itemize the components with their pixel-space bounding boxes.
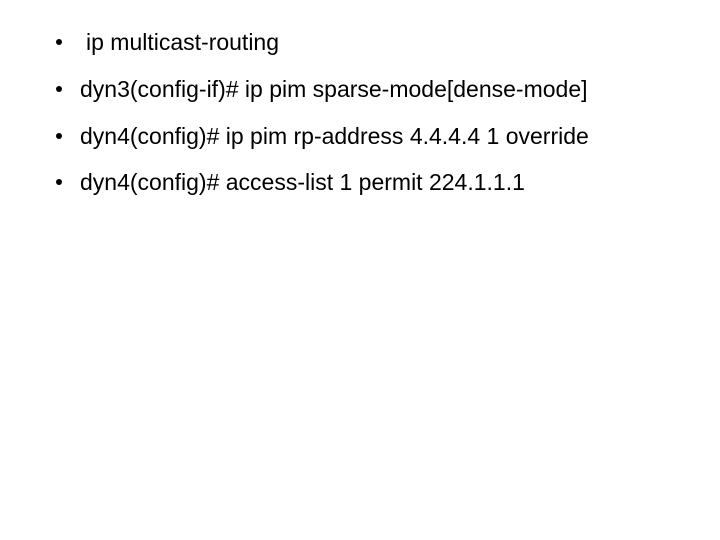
list-item-text: dyn4(config)# ip pim rp-address 4.4.4.4 … [80, 123, 589, 149]
list-item: dyn4(config)# access-list 1 permit 224.1… [50, 168, 670, 197]
list-item: ip multicast-routing [50, 28, 670, 57]
list-item-text: ip multicast-routing [80, 28, 279, 57]
bullet-list: ip multicast-routing dyn3(config-if)# ip… [50, 28, 670, 197]
list-item-text: dyn3(config-if)# ip pim sparse-mode[dens… [80, 76, 588, 102]
list-item: dyn3(config-if)# ip pim sparse-mode[dens… [50, 75, 670, 104]
list-item: dyn4(config)# ip pim rp-address 4.4.4.4 … [50, 122, 670, 151]
list-item-text: dyn4(config)# access-list 1 permit 224.1… [80, 169, 525, 195]
